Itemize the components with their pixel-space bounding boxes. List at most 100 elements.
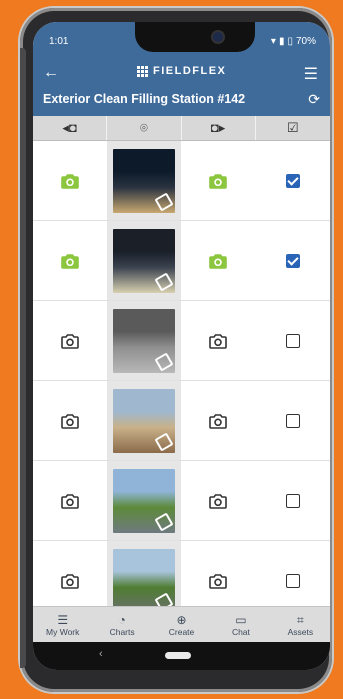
location-photo-cell[interactable] [107,461,181,540]
sync-icon[interactable]: ⟳ [308,91,320,108]
location-thumbnail [113,228,175,293]
camera-icon [61,253,79,269]
app-header: ← FIELDFLEX ☰ Exterior Clean Filling Sta… [33,58,330,116]
column-header: ◂◘ ⌾ ◘▸ ☑ [33,116,330,141]
tab-assets[interactable]: ⌗ Assets [271,607,330,643]
app-logo: FIELDFLEX [137,65,226,77]
camera-icon [61,333,79,349]
hamburger-menu-icon[interactable]: ☰ [304,64,318,84]
logo-text: FIELDFLEX [153,65,227,77]
camera-icon [209,413,227,429]
tab-chat[interactable]: ▭ Chat [211,607,270,643]
before-photo-cell[interactable] [33,221,107,300]
camera-icon [209,573,227,589]
battery-level: 70% [295,36,316,47]
phone-screen: 1:01 ▾ ▮ ▯ 70% ← FIELDFLEX ☰ Exterior Cl… [33,22,330,670]
system-nav-bar: ‹ [33,642,330,670]
location-photo-cell[interactable] [107,541,181,606]
wifi-icon: ▾ [270,36,276,47]
tab-charts[interactable]: ◔ Charts [92,607,151,643]
camera-icon [209,333,227,349]
home-pill[interactable] [165,652,191,659]
table-row [33,141,330,221]
complete-checkbox[interactable] [285,493,300,508]
battery-icon: ▯ [287,36,293,47]
list-icon: ☰ [57,612,69,627]
tab-label: My Work [46,626,80,637]
before-photo-cell[interactable] [33,381,107,460]
camera-icon [209,173,227,189]
page-title: Exterior Clean Filling Station #142 [43,92,246,106]
paint-roller-icon [154,191,174,212]
status-icons: ▾ ▮ ▯ 70% [271,36,316,47]
complete-cell[interactable] [255,461,330,540]
tab-label: Assets [287,626,314,637]
location-photo-cell[interactable] [107,221,181,300]
tab-my-work[interactable]: ☰ My Work [33,607,92,643]
location-pin-icon[interactable]: ⌾ [107,116,182,140]
notch [135,22,255,52]
location-photo-cell[interactable] [107,301,181,380]
broom-icon [154,431,174,452]
rake-icon [154,511,174,532]
after-photo-cell[interactable] [181,301,255,380]
before-photo-cell[interactable] [33,141,107,220]
front-camera [213,32,223,42]
complete-cell[interactable] [255,381,330,460]
camera-icon [61,493,79,509]
logo-grid-icon [137,65,148,77]
after-photo-cell[interactable] [181,381,255,460]
camera-icon [61,173,79,189]
checkbox-icon[interactable]: ☑ [256,116,330,140]
table-row [33,221,330,301]
pie-chart-icon: ◔ [118,612,126,627]
after-camera-icon[interactable]: ◘▸ [182,116,256,140]
before-camera-icon[interactable]: ◂◘ [33,116,108,140]
complete-checkbox[interactable] [285,573,300,588]
complete-checkbox[interactable] [285,413,300,428]
after-photo-cell[interactable] [181,461,255,540]
table-row [33,541,330,606]
tab-label: Chat [231,626,250,637]
complete-cell[interactable] [255,221,330,300]
table-row [33,301,330,381]
photo-grid [33,141,330,606]
complete-checkbox[interactable] [285,333,300,348]
before-photo-cell[interactable] [33,541,107,606]
phone-edge [20,48,26,668]
before-photo-cell[interactable] [33,301,107,380]
mop-icon [154,351,174,372]
status-time: 1:01 [49,36,69,47]
lawnmower-icon [154,591,174,606]
signal-icon: ▮ [278,36,285,47]
after-photo-cell[interactable] [181,541,255,606]
camera-icon [61,573,79,589]
complete-cell[interactable] [255,541,330,606]
location-photo-cell[interactable] [107,381,181,460]
chat-icon: ▭ [235,612,247,627]
location-thumbnail [113,308,175,373]
before-photo-cell[interactable] [33,461,107,540]
location-thumbnail [113,468,175,533]
complete-checkbox[interactable] [285,253,300,268]
tab-label: Create [168,626,195,637]
complete-cell[interactable] [255,301,330,380]
camera-icon [209,493,227,509]
qr-scan-icon: ⌗ [296,612,304,627]
complete-checkbox[interactable] [285,173,300,188]
location-photo-cell[interactable] [107,141,181,220]
plus-circle-icon: ⊕ [176,612,187,627]
location-thumbnail [113,548,175,606]
camera-icon [209,253,227,269]
complete-cell[interactable] [255,141,330,220]
tab-create[interactable]: ⊕ Create [152,607,211,643]
bottom-tab-bar: ☰ My Work ◔ Charts ⊕ Create ▭ Chat ⌗ Ass… [33,606,330,643]
tab-label: Charts [109,626,135,637]
camera-icon [61,413,79,429]
table-row [33,461,330,541]
after-photo-cell[interactable] [181,221,255,300]
nav-back-icon[interactable]: ‹ [99,648,103,660]
after-photo-cell[interactable] [181,141,255,220]
back-arrow-icon[interactable]: ← [43,64,59,82]
table-row [33,381,330,461]
